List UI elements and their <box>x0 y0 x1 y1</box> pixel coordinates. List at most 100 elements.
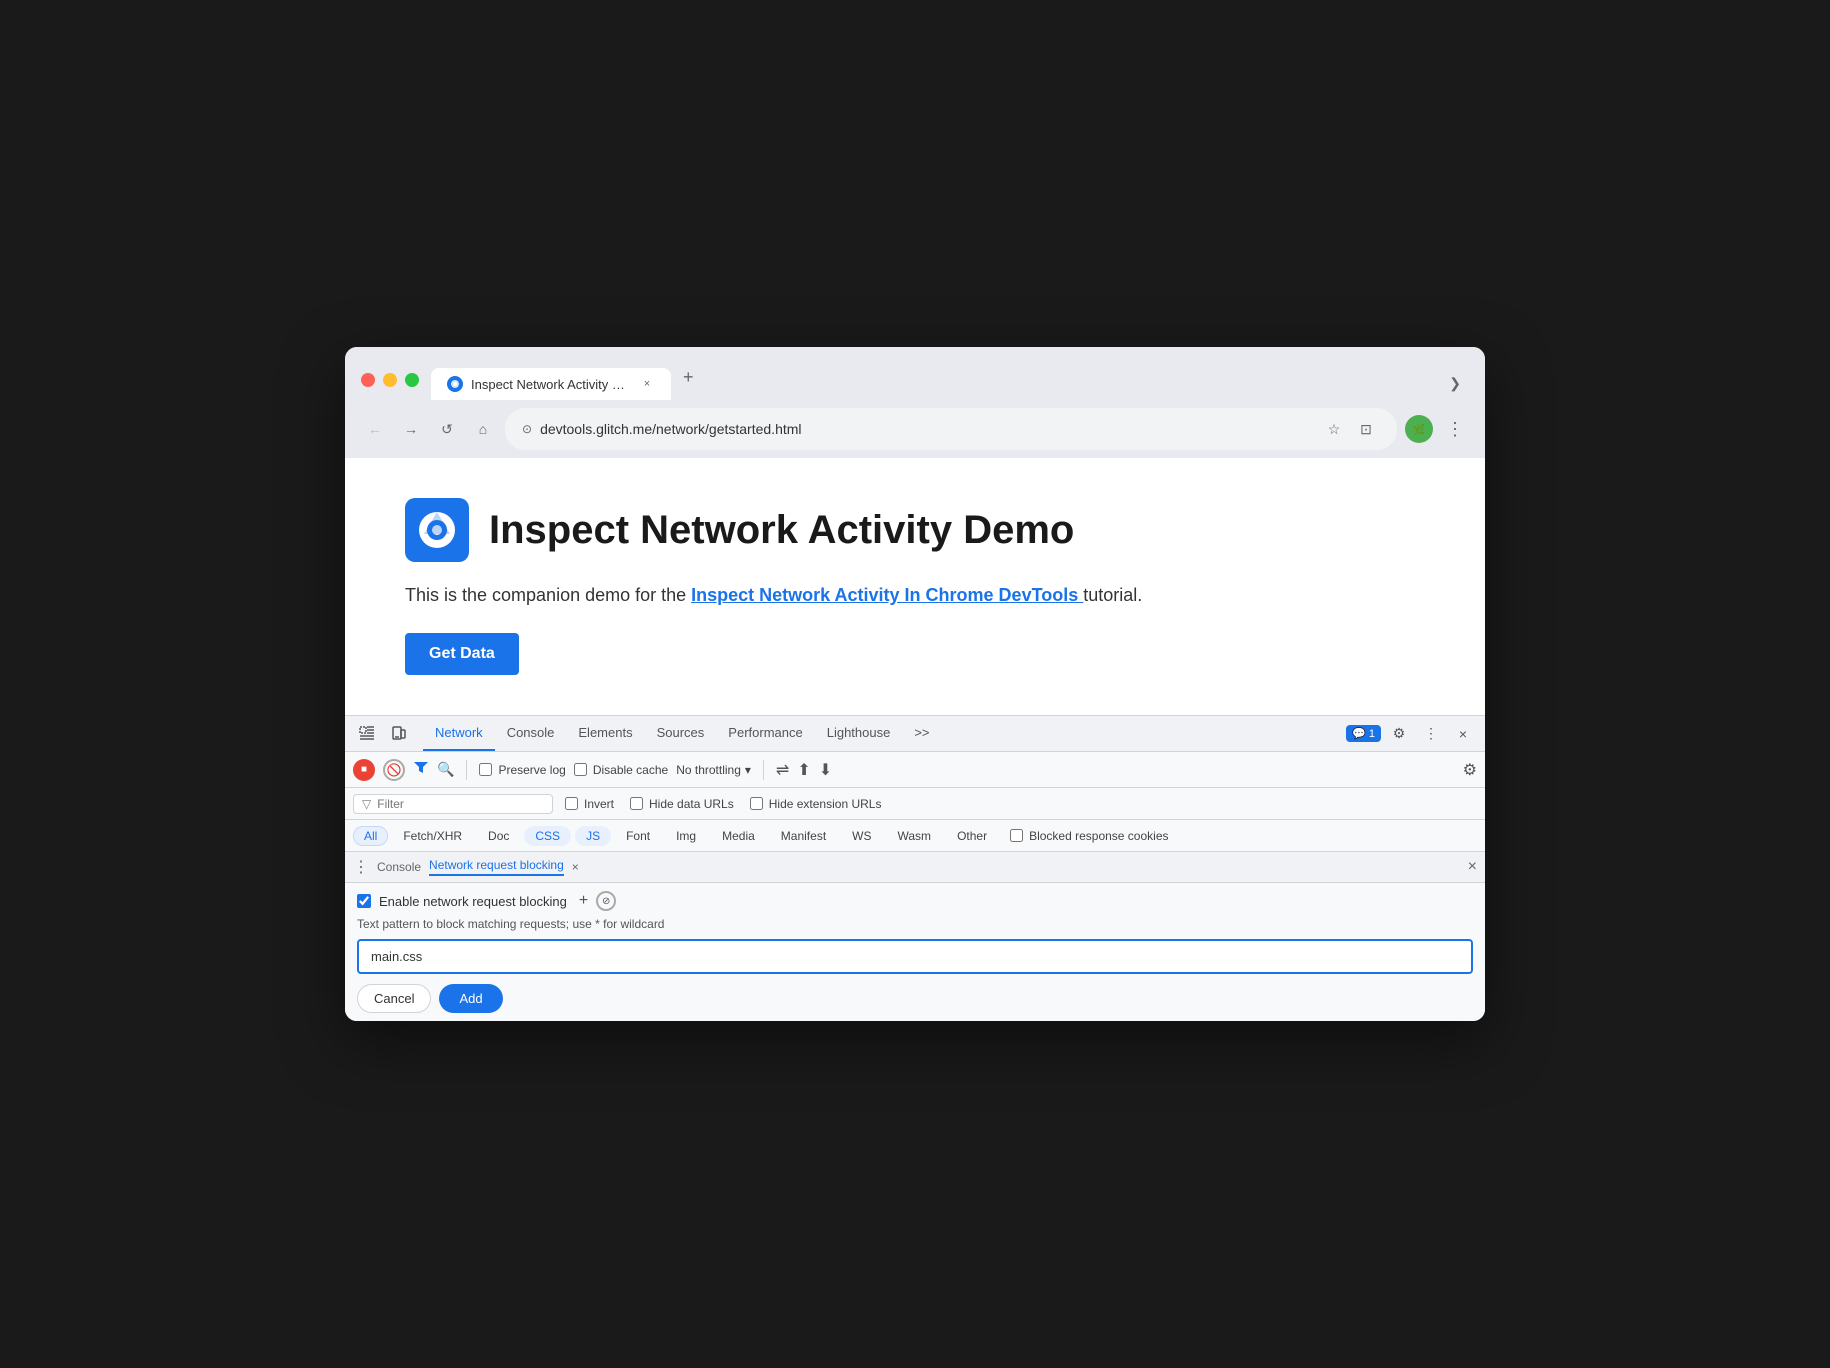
clear-icon: 🚫 <box>387 763 402 777</box>
type-filter-doc[interactable]: Doc <box>477 826 520 846</box>
get-data-button[interactable]: Get Data <box>405 633 519 675</box>
title-bar: Inspect Network Activity Dem × + ❯ <box>345 347 1485 400</box>
filter-input[interactable] <box>377 797 527 811</box>
type-filter-other[interactable]: Other <box>946 826 998 846</box>
bookmark-button[interactable]: ☆ <box>1320 415 1348 443</box>
type-filter-img[interactable]: Img <box>665 826 707 846</box>
throttle-selector[interactable]: No throttling ▾ <box>676 763 751 777</box>
minimize-traffic-light[interactable] <box>383 373 397 387</box>
devtools-tab-sources[interactable]: Sources <box>645 716 717 751</box>
throttle-arrow-icon: ▾ <box>745 763 751 777</box>
devtools-tab-console-label: Console <box>507 725 555 740</box>
home-button[interactable]: ⌂ <box>469 415 497 443</box>
devtools-tab-performance[interactable]: Performance <box>716 716 814 751</box>
network-request-blocking-tab[interactable]: Network request blocking <box>429 858 564 876</box>
devtools-settings-button[interactable]: ⚙ <box>1385 720 1413 748</box>
enable-blocking-checkbox[interactable] <box>357 894 371 908</box>
new-tab-button[interactable]: + <box>675 359 702 396</box>
profile-button[interactable]: 🌿 <box>1405 415 1433 443</box>
type-filter-fetch-xhr[interactable]: Fetch/XHR <box>392 826 473 846</box>
type-filter-bar: All Fetch/XHR Doc CSS JS Font Img Media … <box>345 820 1485 852</box>
reload-button[interactable]: ↺ <box>433 415 461 443</box>
throttle-label: No throttling <box>676 763 741 777</box>
blocking-add-pattern-button[interactable]: + <box>579 892 588 910</box>
blocking-description: Text pattern to block matching requests;… <box>357 917 1473 931</box>
devtools-notification-badge[interactable]: 💬 1 <box>1346 725 1381 742</box>
panel-options-button[interactable]: ⋮ <box>353 857 369 877</box>
type-filter-wasm[interactable]: Wasm <box>887 826 943 846</box>
devtools-tab-lighthouse-label: Lighthouse <box>827 725 891 740</box>
devtools-inspect-button[interactable] <box>353 720 381 748</box>
notification-count: 1 <box>1369 728 1375 740</box>
blocking-clear-button[interactable]: ⊘ <box>596 891 616 911</box>
page-desc-after: tutorial. <box>1083 585 1142 605</box>
browser-more-button[interactable]: ⋮ <box>1441 415 1469 443</box>
disable-cache-checkbox[interactable] <box>574 763 587 776</box>
filter-funnel-icon: ▽ <box>362 797 371 811</box>
blocking-add-button[interactable]: Add <box>439 984 502 1013</box>
invert-label[interactable]: Invert <box>565 797 614 811</box>
download-button[interactable]: ⬇ <box>819 760 832 780</box>
devtools-more-button[interactable]: ⋮ <box>1417 720 1445 748</box>
close-traffic-light[interactable] <box>361 373 375 387</box>
drawer-close-button[interactable]: × <box>1468 858 1477 876</box>
blocked-response-label[interactable]: Blocked response cookies <box>1010 829 1168 843</box>
type-filter-js[interactable]: JS <box>575 826 611 846</box>
devtools-close-button[interactable]: × <box>1449 720 1477 748</box>
blocked-response-checkbox[interactable] <box>1010 829 1023 842</box>
extensions-button[interactable]: ⊡ <box>1352 415 1380 443</box>
devtools-tab-elements[interactable]: Elements <box>566 716 644 751</box>
toolbar-separator-2 <box>763 760 764 780</box>
type-filter-all[interactable]: All <box>353 826 388 846</box>
wifi-button[interactable]: ⇌ <box>776 760 789 780</box>
back-button[interactable]: ← <box>361 415 389 443</box>
type-filter-manifest[interactable]: Manifest <box>770 826 837 846</box>
url-scheme-icon: ⊙ <box>522 422 532 436</box>
invert-checkbox[interactable] <box>565 797 578 810</box>
network-settings-button[interactable]: ⚙ <box>1463 760 1477 780</box>
type-filter-font[interactable]: Font <box>615 826 661 846</box>
devtools-device-button[interactable] <box>385 720 413 748</box>
devtools-tabs: Network Console Elements Sources Perform… <box>423 716 1344 751</box>
devtools-tab-network[interactable]: Network <box>423 716 495 751</box>
extensions-icon: ⊡ <box>1360 421 1372 438</box>
devtools-tab-lighthouse[interactable]: Lighthouse <box>815 716 903 751</box>
record-stop-button[interactable]: ■ <box>353 759 375 781</box>
tab-close-button[interactable]: × <box>639 376 655 392</box>
preserve-log-text: Preserve log <box>498 763 565 777</box>
enable-blocking-label: Enable network request blocking <box>379 894 567 909</box>
preserve-log-label[interactable]: Preserve log <box>479 763 565 777</box>
page-logo <box>405 498 469 562</box>
browser-tab-active[interactable]: Inspect Network Activity Dem × <box>431 368 671 400</box>
toolbar-separator-1 <box>466 760 467 780</box>
devtools-tab-more[interactable]: >> <box>902 716 941 751</box>
disable-cache-label[interactable]: Disable cache <box>574 763 668 777</box>
blocking-actions: Cancel Add <box>357 984 1473 1013</box>
console-tab[interactable]: Console <box>377 860 421 874</box>
hide-data-urls-checkbox[interactable] <box>630 797 643 810</box>
filter-button[interactable] <box>413 759 429 780</box>
upload-button[interactable]: ⬆ <box>797 760 810 780</box>
type-filter-ws[interactable]: WS <box>841 826 882 846</box>
devtools-link[interactable]: Inspect Network Activity In Chrome DevTo… <box>691 585 1083 605</box>
tab-title: Inspect Network Activity Dem <box>471 377 631 392</box>
maximize-traffic-light[interactable] <box>405 373 419 387</box>
devtools-tab-console[interactable]: Console <box>495 716 567 751</box>
hide-data-urls-label[interactable]: Hide data URLs <box>630 797 734 811</box>
url-input[interactable]: devtools.glitch.me/network/getstarted.ht… <box>540 421 1312 437</box>
hide-ext-urls-checkbox[interactable] <box>750 797 763 810</box>
blocking-cancel-button[interactable]: Cancel <box>357 984 431 1013</box>
hide-ext-urls-label[interactable]: Hide extension URLs <box>750 797 882 811</box>
forward-button[interactable]: → <box>397 415 425 443</box>
type-filter-css[interactable]: CSS <box>524 826 571 846</box>
tab-list-button[interactable]: ❯ <box>1449 375 1461 392</box>
url-bar[interactable]: ⊙ devtools.glitch.me/network/getstarted.… <box>505 408 1397 450</box>
search-button[interactable]: 🔍 <box>437 761 454 778</box>
blocking-tab-close-button[interactable]: × <box>572 860 579 874</box>
type-filter-media[interactable]: Media <box>711 826 766 846</box>
blocking-pattern-input[interactable] <box>357 939 1473 974</box>
preserve-log-checkbox[interactable] <box>479 763 492 776</box>
devtools-tab-network-label: Network <box>435 725 483 740</box>
clear-button[interactable]: 🚫 <box>383 759 405 781</box>
page-description: This is the companion demo for the Inspe… <box>405 582 1425 609</box>
